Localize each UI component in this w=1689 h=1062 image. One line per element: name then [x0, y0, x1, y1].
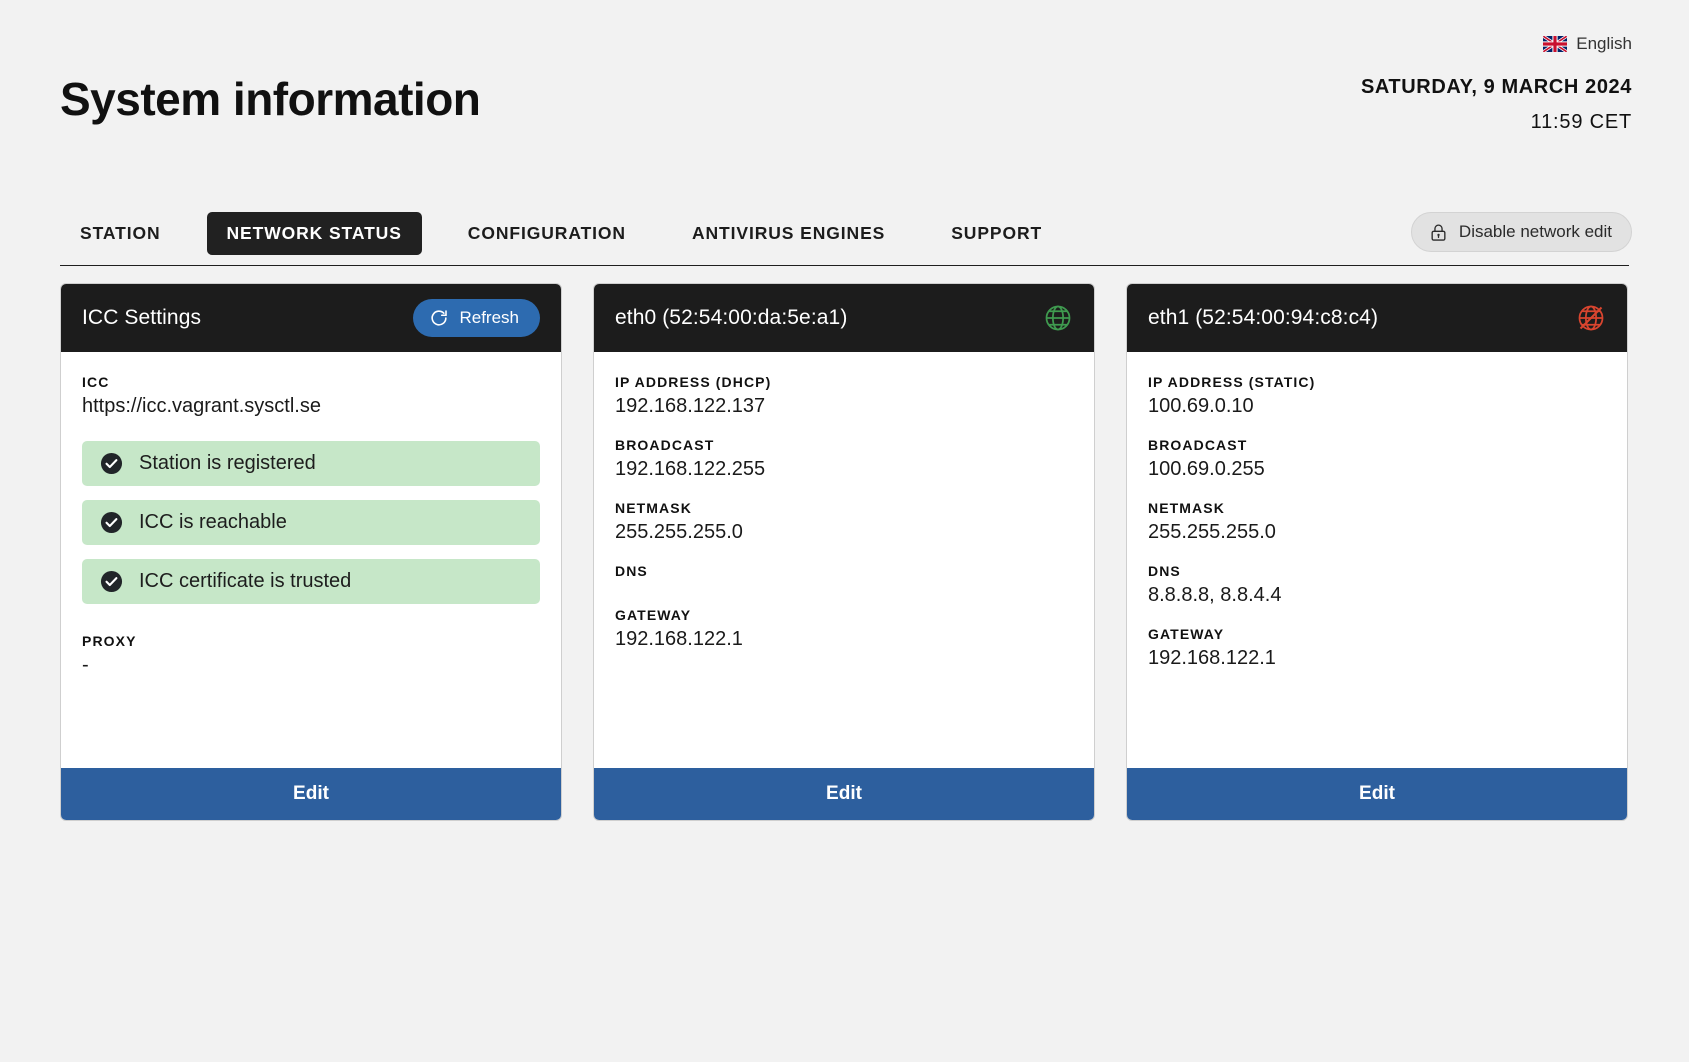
eth0-netmask-label: NETMASK	[615, 500, 692, 516]
status-row-icc-reachable: ICC is reachable	[82, 500, 540, 545]
icc-edit-button[interactable]: Edit	[61, 768, 561, 820]
eth1-dns-field: DNS 8.8.8.8, 8.8.4.4	[1148, 563, 1606, 607]
icc-status-list: Station is registered ICC is reachable I…	[82, 441, 540, 604]
current-time: 11:59 CET	[1530, 111, 1632, 133]
eth1-broadcast-value: 100.69.0.255	[1148, 458, 1265, 480]
icc-card-title: ICC Settings	[82, 306, 202, 329]
eth1-card-header: eth1 (52:54:00:94:c8:c4)	[1127, 284, 1627, 352]
check-circle-icon	[100, 511, 123, 534]
page-title: System information	[60, 73, 481, 125]
eth1-card-title: eth1 (52:54:00:94:c8:c4)	[1148, 306, 1379, 329]
proxy-value: -	[82, 654, 89, 676]
eth1-gateway-field: GATEWAY 192.168.122.1	[1148, 626, 1606, 670]
eth0-card-body: IP ADDRESS (DHCP) 192.168.122.137 BROADC…	[594, 352, 1094, 768]
disable-network-edit-button[interactable]: Disable network edit	[1410, 212, 1632, 252]
eth1-edit-button[interactable]: Edit	[1127, 768, 1627, 820]
eth0-dns-value	[615, 584, 1073, 588]
eth1-broadcast-label: BROADCAST	[1148, 437, 1248, 453]
status-label: ICC is reachable	[139, 511, 287, 533]
icc-url-value: https://icc.vagrant.sysctl.se	[82, 395, 321, 417]
uk-flag-icon	[1543, 36, 1568, 52]
eth0-card: eth0 (52:54:00:da:5e:a1) IP ADDRESS (DHC…	[593, 283, 1095, 821]
eth1-gateway-label: GATEWAY	[1148, 626, 1225, 642]
language-label: English	[1576, 34, 1632, 53]
eth0-netmask-value: 255.255.255.0	[615, 521, 743, 543]
eth0-dns-label: DNS	[615, 563, 648, 579]
cards-container: ICC Settings Refresh ICC https://icc.vag…	[60, 283, 1628, 821]
lock-icon	[1431, 223, 1446, 241]
eth0-ip-label: IP ADDRESS (DHCP)	[615, 374, 772, 390]
icc-card-body: ICC https://icc.vagrant.sysctl.se Statio…	[61, 352, 561, 768]
eth0-netmask-field: NETMASK 255.255.255.0	[615, 500, 1073, 544]
eth0-edit-button[interactable]: Edit	[594, 768, 1094, 820]
icc-settings-card: ICC Settings Refresh ICC https://icc.vag…	[60, 283, 562, 821]
status-row-icc-certificate-trusted: ICC certificate is trusted	[82, 559, 540, 604]
eth0-broadcast-field: BROADCAST 192.168.122.255	[615, 437, 1073, 481]
check-circle-icon	[100, 570, 123, 593]
icc-url-field: ICC https://icc.vagrant.sysctl.se	[82, 374, 540, 418]
refresh-icon	[431, 310, 448, 326]
main-tabs: STATION NETWORK STATUS CONFIGURATION ANT…	[60, 212, 1062, 255]
eth1-broadcast-field: BROADCAST 100.69.0.255	[1148, 437, 1606, 481]
eth1-netmask-value: 255.255.255.0	[1148, 521, 1276, 543]
eth0-card-title: eth0 (52:54:00:da:5e:a1)	[615, 306, 848, 329]
eth0-card-header: eth0 (52:54:00:da:5e:a1)	[594, 284, 1094, 352]
page-root: English System information SATURDAY, 9 M…	[0, 0, 1689, 1062]
globe-online-icon	[1045, 305, 1071, 331]
eth0-broadcast-label: BROADCAST	[615, 437, 715, 453]
icc-card-header: ICC Settings Refresh	[61, 284, 561, 352]
eth1-ip-value: 100.69.0.10	[1148, 395, 1254, 417]
globe-offline-icon	[1578, 305, 1604, 331]
current-date: SATURDAY, 9 MARCH 2024	[1360, 76, 1632, 98]
tab-station[interactable]: STATION	[60, 212, 181, 255]
eth1-dns-label: DNS	[1148, 563, 1181, 579]
check-circle-icon	[100, 452, 123, 475]
tab-network-status[interactable]: NETWORK STATUS	[206, 212, 422, 255]
eth1-card-body: IP ADDRESS (STATIC) 100.69.0.10 BROADCAS…	[1127, 352, 1627, 768]
tab-configuration[interactable]: CONFIGURATION	[448, 212, 646, 255]
eth0-ip-value: 192.168.122.137	[615, 395, 766, 417]
icc-url-label: ICC	[82, 374, 110, 390]
eth0-dns-field: DNS	[615, 563, 1073, 588]
eth1-ip-field: IP ADDRESS (STATIC) 100.69.0.10	[1148, 374, 1606, 418]
tab-antivirus-engines[interactable]: ANTIVIRUS ENGINES	[672, 212, 905, 255]
eth1-ip-label: IP ADDRESS (STATIC)	[1148, 374, 1316, 390]
status-label: Station is registered	[139, 452, 316, 474]
disable-network-edit-label: Disable network edit	[1458, 222, 1612, 241]
header-divider	[60, 265, 1629, 266]
refresh-button[interactable]: Refresh	[413, 299, 540, 337]
eth0-ip-field: IP ADDRESS (DHCP) 192.168.122.137	[615, 374, 1073, 418]
refresh-label: Refresh	[459, 308, 519, 327]
eth0-gateway-label: GATEWAY	[615, 607, 692, 623]
proxy-label: PROXY	[82, 633, 137, 649]
tab-support[interactable]: SUPPORT	[931, 212, 1062, 255]
eth1-netmask-label: NETMASK	[1148, 500, 1225, 516]
eth0-broadcast-value: 192.168.122.255	[615, 458, 766, 480]
proxy-field: PROXY -	[82, 633, 540, 677]
eth0-gateway-field: GATEWAY 192.168.122.1	[615, 607, 1073, 651]
language-selector[interactable]: English	[1543, 34, 1632, 54]
eth1-dns-value: 8.8.8.8, 8.8.4.4	[1148, 584, 1282, 606]
datetime-block: SATURDAY, 9 MARCH 2024 11:59 CET	[1361, 76, 1632, 134]
eth1-netmask-field: NETMASK 255.255.255.0	[1148, 500, 1606, 544]
eth1-card: eth1 (52:54:00:94:c8:c4) IP ADDRESS (STA…	[1126, 283, 1628, 821]
status-label: ICC certificate is trusted	[139, 570, 352, 592]
eth0-gateway-value: 192.168.122.1	[615, 628, 743, 650]
status-row-station-registered: Station is registered	[82, 441, 540, 486]
eth1-gateway-value: 192.168.122.1	[1148, 647, 1276, 669]
